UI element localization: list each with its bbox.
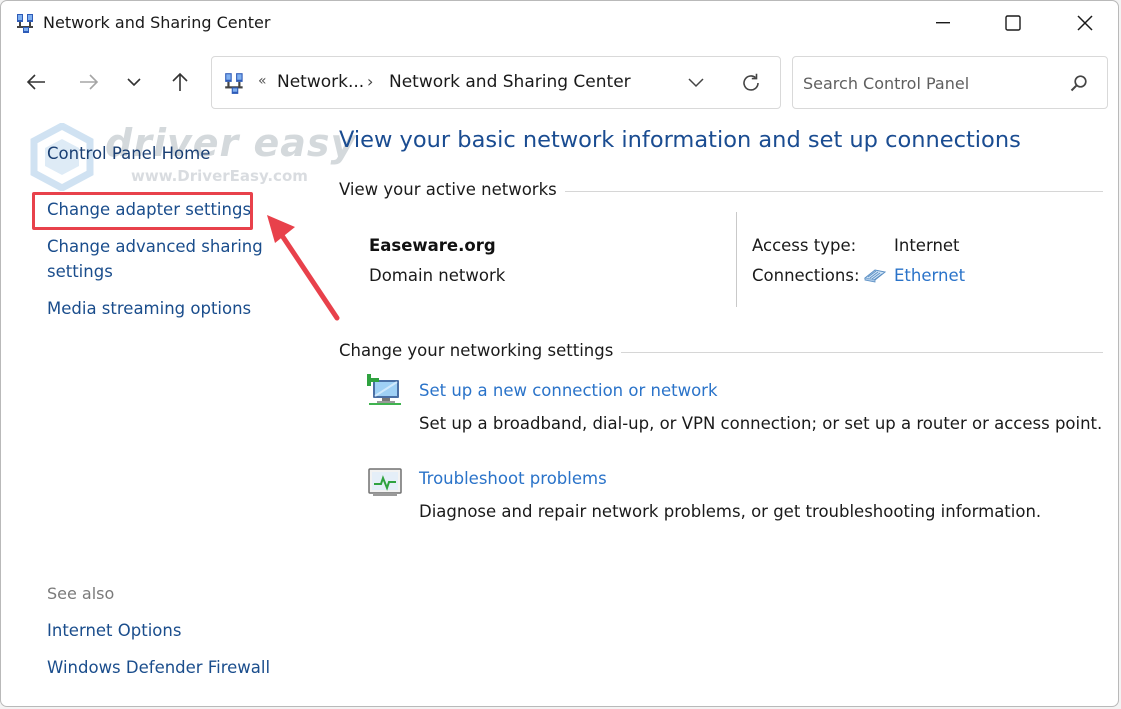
see-also-heading: See also <box>47 584 115 603</box>
troubleshoot-icon <box>368 468 402 496</box>
troubleshoot-problems-link[interactable]: Troubleshoot problems <box>419 469 607 488</box>
network-center-icon <box>223 71 247 95</box>
connections-label: Connections: <box>752 266 860 285</box>
control-panel-home-link[interactable]: Control Panel Home <box>47 144 210 163</box>
change-advanced-sharing-link-line2[interactable]: settings <box>47 262 113 281</box>
breadcrumb-overflow[interactable]: « <box>258 73 267 89</box>
page-title: View your basic network information and … <box>339 127 1021 153</box>
setup-new-connection-description: Set up a broadband, dial-up, or VPN conn… <box>419 414 1103 433</box>
close-button[interactable] <box>1062 1 1108 45</box>
network-center-icon <box>15 12 37 34</box>
window-title: Network and Sharing Center <box>43 13 271 32</box>
change-settings-heading: Change your networking settings <box>339 341 622 360</box>
recent-locations-button[interactable] <box>119 67 149 97</box>
ethernet-connection-link[interactable]: Ethernet <box>894 266 965 285</box>
up-button[interactable] <box>165 67 195 97</box>
media-streaming-options-link[interactable]: Media streaming options <box>47 299 251 318</box>
breadcrumb-network[interactable]: Network... <box>277 72 364 92</box>
maximize-button[interactable] <box>990 1 1036 45</box>
troubleshoot-problems-description: Diagnose and repair network problems, or… <box>419 502 1042 521</box>
setup-new-connection-link[interactable]: Set up a new connection or network <box>419 381 718 400</box>
breadcrumb-separator[interactable]: › <box>367 72 373 91</box>
windows-defender-firewall-link[interactable]: Windows Defender Firewall <box>47 658 270 677</box>
annotation-highlight-box <box>32 192 253 230</box>
vertical-divider <box>736 212 737 307</box>
address-bar[interactable]: « Network... › Network and Sharing Cente… <box>211 56 781 109</box>
minimize-button[interactable] <box>920 1 966 45</box>
title-bar: Network and Sharing Center <box>1 1 1118 45</box>
forward-button[interactable] <box>74 67 104 97</box>
navigation-bar: « Network... › Network and Sharing Cente… <box>1 45 1118 120</box>
access-type-label: Access type: <box>752 236 857 255</box>
chevron-down-icon[interactable] <box>684 71 708 95</box>
network-category: Domain network <box>369 266 506 285</box>
search-icon[interactable] <box>1067 71 1091 95</box>
new-connection-icon <box>367 374 401 405</box>
annotation-arrow-icon <box>267 215 340 321</box>
ethernet-icon <box>863 269 887 283</box>
network-name: Easeware.org <box>369 236 496 255</box>
search-input[interactable] <box>803 70 1053 96</box>
back-button[interactable] <box>21 67 51 97</box>
watermark-url: www.DriverEasy.com <box>131 167 308 185</box>
change-advanced-sharing-link[interactable]: Change advanced sharing <box>47 237 263 256</box>
active-networks-heading: View your active networks <box>339 180 565 199</box>
refresh-icon[interactable] <box>738 70 764 96</box>
network-sharing-center-window: Network and Sharing Center « Network... … <box>0 0 1119 707</box>
access-type-value: Internet <box>894 236 960 255</box>
search-box[interactable] <box>792 56 1108 109</box>
breadcrumb-current[interactable]: Network and Sharing Center <box>389 72 631 92</box>
internet-options-link[interactable]: Internet Options <box>47 621 181 640</box>
